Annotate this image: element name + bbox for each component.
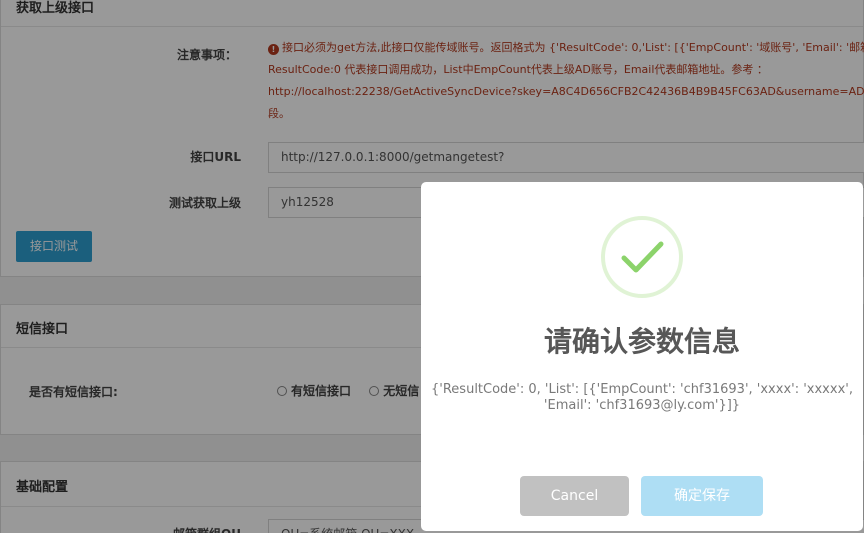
success-check-icon bbox=[601, 216, 683, 298]
dialog-message: {'ResultCode': 0, 'List': [{'EmpCount': … bbox=[431, 382, 853, 413]
check-mark-icon bbox=[621, 241, 664, 273]
dialog-title: 请确认参数信息 bbox=[543, 325, 740, 358]
confirm-save-button[interactable]: 确定保存 bbox=[641, 476, 763, 516]
confirm-dialog: 请确认参数信息 {'ResultCode': 0, 'List': [{'Emp… bbox=[421, 182, 863, 531]
cancel-button[interactable]: Cancel bbox=[520, 476, 629, 516]
